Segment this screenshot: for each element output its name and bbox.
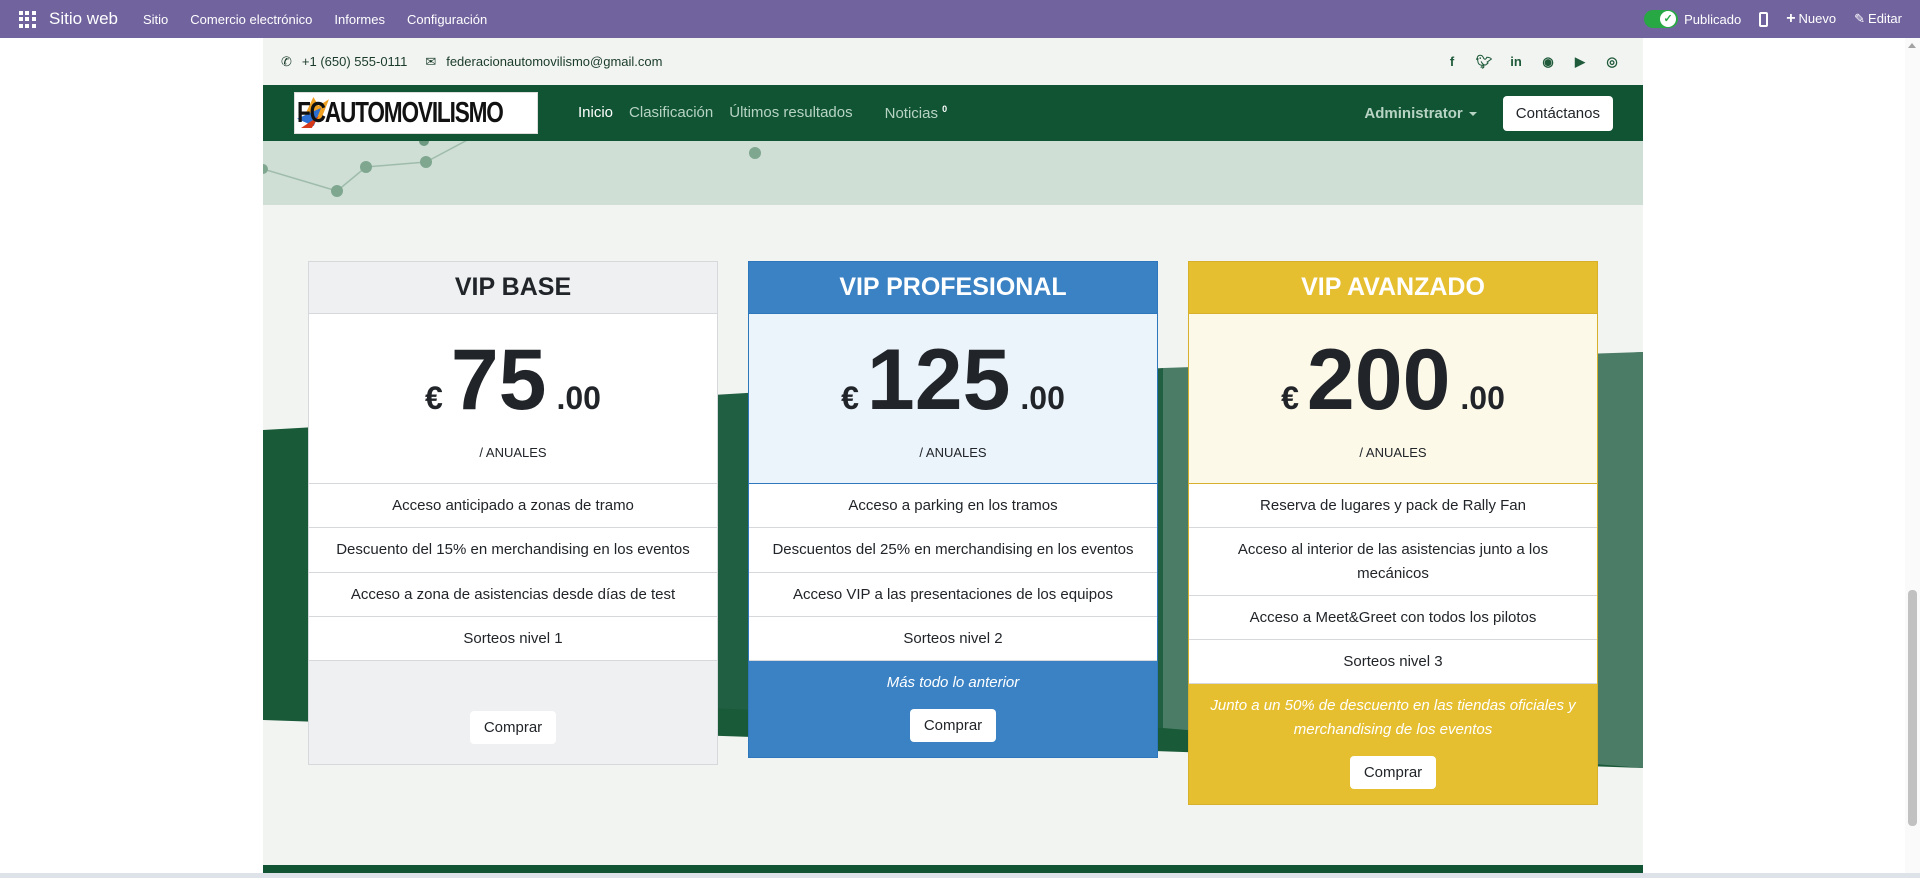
feature-item: Sorteos nivel 1 — [309, 616, 717, 661]
feature-item: Acceso al interior de las asistencias ju… — [1189, 528, 1597, 596]
new-button[interactable]: + Nuevo — [1786, 10, 1836, 28]
website-page: ✆ +1 (650) 555-0111 ✉ federacionautomovi… — [263, 38, 1643, 878]
feature-item: Descuentos del 25% en merchandising en l… — [749, 528, 1157, 573]
price-decimals: .00 — [556, 380, 601, 416]
publish-toggle[interactable]: Publicado — [1644, 10, 1741, 28]
buy-button-profesional[interactable]: Comprar — [909, 709, 997, 742]
admin-dropdown[interactable]: Administrator — [1364, 104, 1477, 122]
card-title: VIP PROFESIONAL — [749, 262, 1157, 314]
price-decimals: .00 — [1460, 380, 1505, 416]
phone-icon: ✆ — [281, 53, 292, 69]
price-period: / ANUALES — [479, 445, 547, 460]
price-decimals: .00 — [1020, 380, 1065, 416]
page-margin-left — [0, 38, 263, 878]
admin-dropdown-label: Administrator — [1364, 104, 1463, 122]
linkedin-icon[interactable]: in — [1507, 54, 1525, 70]
edit-label: Editar — [1868, 11, 1902, 26]
feature-item: Acceso a parking en los tramos — [749, 484, 1157, 529]
price-amount: 200 — [1306, 332, 1451, 428]
nav-links: Inicio Clasificación Últimos resultados … — [578, 104, 963, 122]
feature-item: Acceso anticipado a zonas de tramo — [309, 484, 717, 529]
instagram-icon[interactable]: ◎ — [1603, 54, 1621, 70]
card-footer: Comprar — [309, 661, 717, 764]
feature-item: Descuento del 15% en merchandising en lo… — [309, 528, 717, 573]
pencil-icon: ✎ — [1854, 11, 1866, 26]
hero-bottom-decoration — [263, 141, 1643, 205]
price-amount: 75 — [450, 332, 547, 428]
card-price: € 200 .00 / ANUALES — [1189, 314, 1597, 484]
feature-item: Sorteos nivel 3 — [1189, 640, 1597, 685]
page-margin-right — [1643, 38, 1905, 878]
feature-item: Acceso a Meet&Greet con todos los piloto… — [1189, 595, 1597, 640]
card-footer: Más todo lo anterior Comprar — [749, 661, 1157, 757]
admin-menu-ecommerce[interactable]: Comercio electrónico — [190, 12, 312, 27]
card-price: € 125 .00 / ANUALES — [749, 314, 1157, 484]
price-period: / ANUALES — [919, 445, 987, 460]
youtube-icon[interactable]: ▶ — [1571, 54, 1589, 70]
publish-label: Publicado — [1684, 11, 1742, 27]
new-label: Nuevo — [1798, 11, 1837, 26]
phone-number: +1 (650) 555-0111 — [301, 54, 408, 69]
card-footer: Junto a un 50% de descuento en las tiend… — [1189, 684, 1597, 805]
feature-item: Acceso a zona de asistencias desde días … — [309, 572, 717, 617]
price-amount: 125 — [866, 332, 1011, 428]
pricing-card-profesional: VIP PROFESIONAL € 125 .00 / ANUALES Acce… — [748, 261, 1158, 758]
card-price: € 75 .00 / ANUALES — [309, 314, 717, 484]
contact-button[interactable]: Contáctanos — [1502, 95, 1613, 131]
admin-menu-informes[interactable]: Informes — [334, 12, 385, 27]
scroll-up-arrow-icon[interactable] — [1908, 43, 1916, 48]
nav-link-noticias[interactable]: Noticias 0 — [885, 104, 948, 122]
buy-button-base[interactable]: Comprar — [469, 711, 557, 744]
apps-grid-icon[interactable] — [15, 7, 39, 31]
price-period: / ANUALES — [1359, 445, 1427, 460]
admin-brand[interactable]: Sitio web — [49, 9, 118, 29]
bottom-edge — [0, 873, 1920, 878]
card-note: Junto a un 50% de descuento en las tiend… — [1210, 697, 1576, 739]
news-count-badge: 0 — [942, 104, 948, 114]
card-note: Más todo lo anterior — [886, 674, 1020, 691]
network-decoration — [263, 141, 761, 197]
github-icon[interactable]: ◉ — [1539, 54, 1557, 70]
currency-symbol: € — [841, 380, 859, 416]
nav-link-noticias-label: Noticias — [884, 105, 938, 122]
feature-item: Reserva de lugares y pack de Rally Fan — [1189, 484, 1597, 529]
main-navbar: FCAUTOMOVILISMO Inicio Clasificación Últ… — [263, 85, 1643, 141]
admin-bar: Sitio web Sitio Comercio electrónico Inf… — [0, 0, 1920, 38]
facebook-icon[interactable]: f — [1443, 54, 1461, 70]
edit-button[interactable]: ✎ Editar — [1854, 11, 1902, 27]
envelope-icon: ✉ — [425, 53, 437, 69]
buy-button-avanzado[interactable]: Comprar — [1349, 756, 1437, 790]
toggle-switch-icon[interactable] — [1644, 10, 1679, 28]
plus-icon: + — [1786, 10, 1796, 27]
top-info-bar: ✆ +1 (650) 555-0111 ✉ federacionautomovi… — [263, 38, 1643, 85]
pricing-card-base: VIP BASE € 75 .00 / ANUALES Acceso antic… — [308, 261, 718, 765]
social-links: f 🐦︎ in ◉ ▶ ◎ — [1443, 54, 1621, 70]
card-title: VIP BASE — [309, 262, 717, 314]
caret-down-icon — [1468, 111, 1477, 116]
nav-link-resultados[interactable]: Últimos resultados — [729, 104, 852, 122]
scrollbar-thumb[interactable] — [1908, 590, 1917, 826]
feature-item: Sorteos nivel 2 — [749, 616, 1157, 661]
currency-symbol: € — [425, 380, 443, 416]
logo-text: FCAUTOMOVILISMO — [297, 96, 504, 129]
email-address: federacionautomovilismo@gmail.com — [446, 54, 663, 69]
page-scrollbar[interactable] — [1905, 38, 1920, 878]
mobile-preview-icon[interactable] — [1759, 11, 1769, 27]
site-logo[interactable]: FCAUTOMOVILISMO — [294, 92, 538, 134]
admin-menu-configuracion[interactable]: Configuración — [407, 12, 487, 27]
pricing-card-avanzado: VIP AVANZADO € 200 .00 / ANUALES Reserva… — [1188, 261, 1598, 806]
feature-item: Acceso VIP a las presentaciones de los e… — [749, 572, 1157, 617]
phone-contact[interactable]: ✆ +1 (650) 555-0111 — [281, 54, 407, 70]
twitter-icon[interactable]: 🐦︎ — [1475, 54, 1493, 70]
nav-link-clasificacion[interactable]: Clasificación — [629, 104, 713, 122]
currency-symbol: € — [1281, 380, 1299, 416]
admin-menu-sitio[interactable]: Sitio — [143, 12, 168, 27]
nav-link-inicio[interactable]: Inicio — [578, 104, 613, 122]
email-contact[interactable]: ✉ federacionautomovilismo@gmail.com — [425, 54, 662, 70]
card-title: VIP AVANZADO — [1189, 262, 1597, 314]
